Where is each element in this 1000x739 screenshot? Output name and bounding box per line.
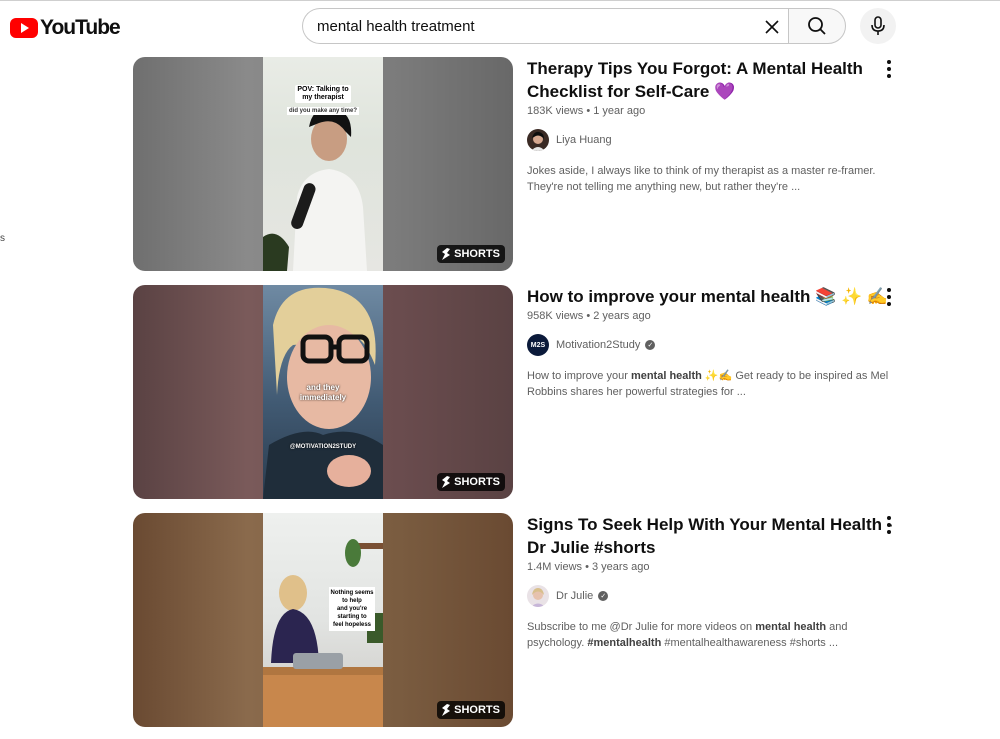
channel-link[interactable]: Liya Huang bbox=[527, 129, 907, 151]
video-result: and they immediately @MOTIVATION2STUDY SH… bbox=[133, 285, 923, 499]
clear-search-button[interactable] bbox=[759, 14, 785, 40]
clear-icon bbox=[765, 20, 779, 34]
shorts-icon bbox=[442, 248, 451, 260]
avatar bbox=[527, 129, 549, 151]
video-description: How to improve your mental health ✨✍️ Ge… bbox=[527, 370, 889, 398]
stray-sidebar-text: s bbox=[0, 233, 5, 244]
thumbnail-caption: Nothing seems to help and you're starting t… bbox=[329, 587, 375, 631]
avatar bbox=[527, 585, 549, 607]
thumbnail-caption: POV: Talking to my therapist bbox=[295, 85, 351, 103]
search-button[interactable] bbox=[788, 8, 846, 44]
more-options-button[interactable] bbox=[883, 513, 895, 537]
channel-link[interactable]: M2S Motivation2Study ✓ bbox=[527, 334, 907, 356]
thumbnail-subcaption: did you make any time? bbox=[287, 107, 359, 115]
more-vert-icon bbox=[887, 60, 891, 64]
video-description: Jokes aside, I always like to think of m… bbox=[527, 165, 876, 193]
thumbnail-frame: and they immediately @MOTIVATION2STUDY bbox=[263, 285, 383, 499]
mic-icon bbox=[871, 16, 885, 35]
search-box[interactable] bbox=[302, 8, 788, 44]
channel-name: Motivation2Study bbox=[556, 339, 641, 351]
video-meta: 183K views • 1 year ago bbox=[527, 105, 646, 117]
video-info: How to improve your mental health 📚 ✨ ✍️… bbox=[527, 285, 907, 400]
video-info: Signs To Seek Help With Your Mental Heal… bbox=[527, 513, 907, 651]
thumbnail-frame: Nothing seems to help and you're starting t… bbox=[263, 513, 383, 727]
video-result: POV: Talking to my therapist did you make… bbox=[133, 57, 923, 271]
youtube-logo-icon bbox=[10, 18, 38, 38]
video-meta: 1.4M views • 3 years ago bbox=[527, 561, 650, 573]
avatar: M2S bbox=[527, 334, 549, 356]
video-thumbnail[interactable]: Nothing seems to help and you're starting t… bbox=[133, 513, 513, 727]
shorts-badge: SHORTS bbox=[437, 245, 505, 263]
top-border bbox=[0, 0, 1000, 1]
video-title[interactable]: Signs To Seek Help With Your Mental Heal… bbox=[527, 513, 907, 559]
video-description: Subscribe to me @Dr Julie for more video… bbox=[527, 621, 848, 649]
shorts-badge: SHORTS bbox=[437, 473, 505, 491]
more-vert-icon bbox=[887, 288, 891, 292]
thumbnail-watermark: @MOTIVATION2STUDY bbox=[289, 444, 357, 450]
video-info: Therapy Tips You Forgot: A Mental Health… bbox=[527, 57, 907, 195]
youtube-logo[interactable]: YouTube bbox=[10, 16, 121, 40]
voice-search-button[interactable] bbox=[860, 8, 896, 44]
channel-name: Dr Julie bbox=[556, 590, 594, 602]
verified-icon: ✓ bbox=[645, 340, 656, 350]
thumbnail-frame: POV: Talking to my therapist did you make… bbox=[263, 57, 383, 271]
more-options-button[interactable] bbox=[883, 285, 895, 309]
search-input[interactable] bbox=[317, 9, 737, 43]
video-title[interactable]: Therapy Tips You Forgot: A Mental Health… bbox=[527, 57, 907, 103]
thumbnail-caption: and they immediately bbox=[299, 383, 347, 402]
more-vert-icon bbox=[887, 516, 891, 520]
video-result: Nothing seems to help and you're starting t… bbox=[133, 513, 923, 727]
shorts-badge: SHORTS bbox=[437, 701, 505, 719]
more-options-button[interactable] bbox=[883, 57, 895, 81]
channel-name: Liya Huang bbox=[556, 134, 612, 146]
shorts-icon bbox=[442, 476, 451, 488]
search-icon bbox=[808, 17, 826, 35]
shorts-icon bbox=[442, 704, 451, 716]
logo-text: YouTube bbox=[40, 16, 121, 39]
video-thumbnail[interactable]: POV: Talking to my therapist did you make… bbox=[133, 57, 513, 271]
channel-link[interactable]: Dr Julie ✓ bbox=[527, 585, 907, 607]
video-meta: 958K views • 2 years ago bbox=[527, 310, 651, 322]
verified-icon: ✓ bbox=[598, 591, 609, 601]
video-thumbnail[interactable]: and they immediately @MOTIVATION2STUDY SH… bbox=[133, 285, 513, 499]
video-title[interactable]: How to improve your mental health 📚 ✨ ✍️ bbox=[527, 285, 907, 308]
